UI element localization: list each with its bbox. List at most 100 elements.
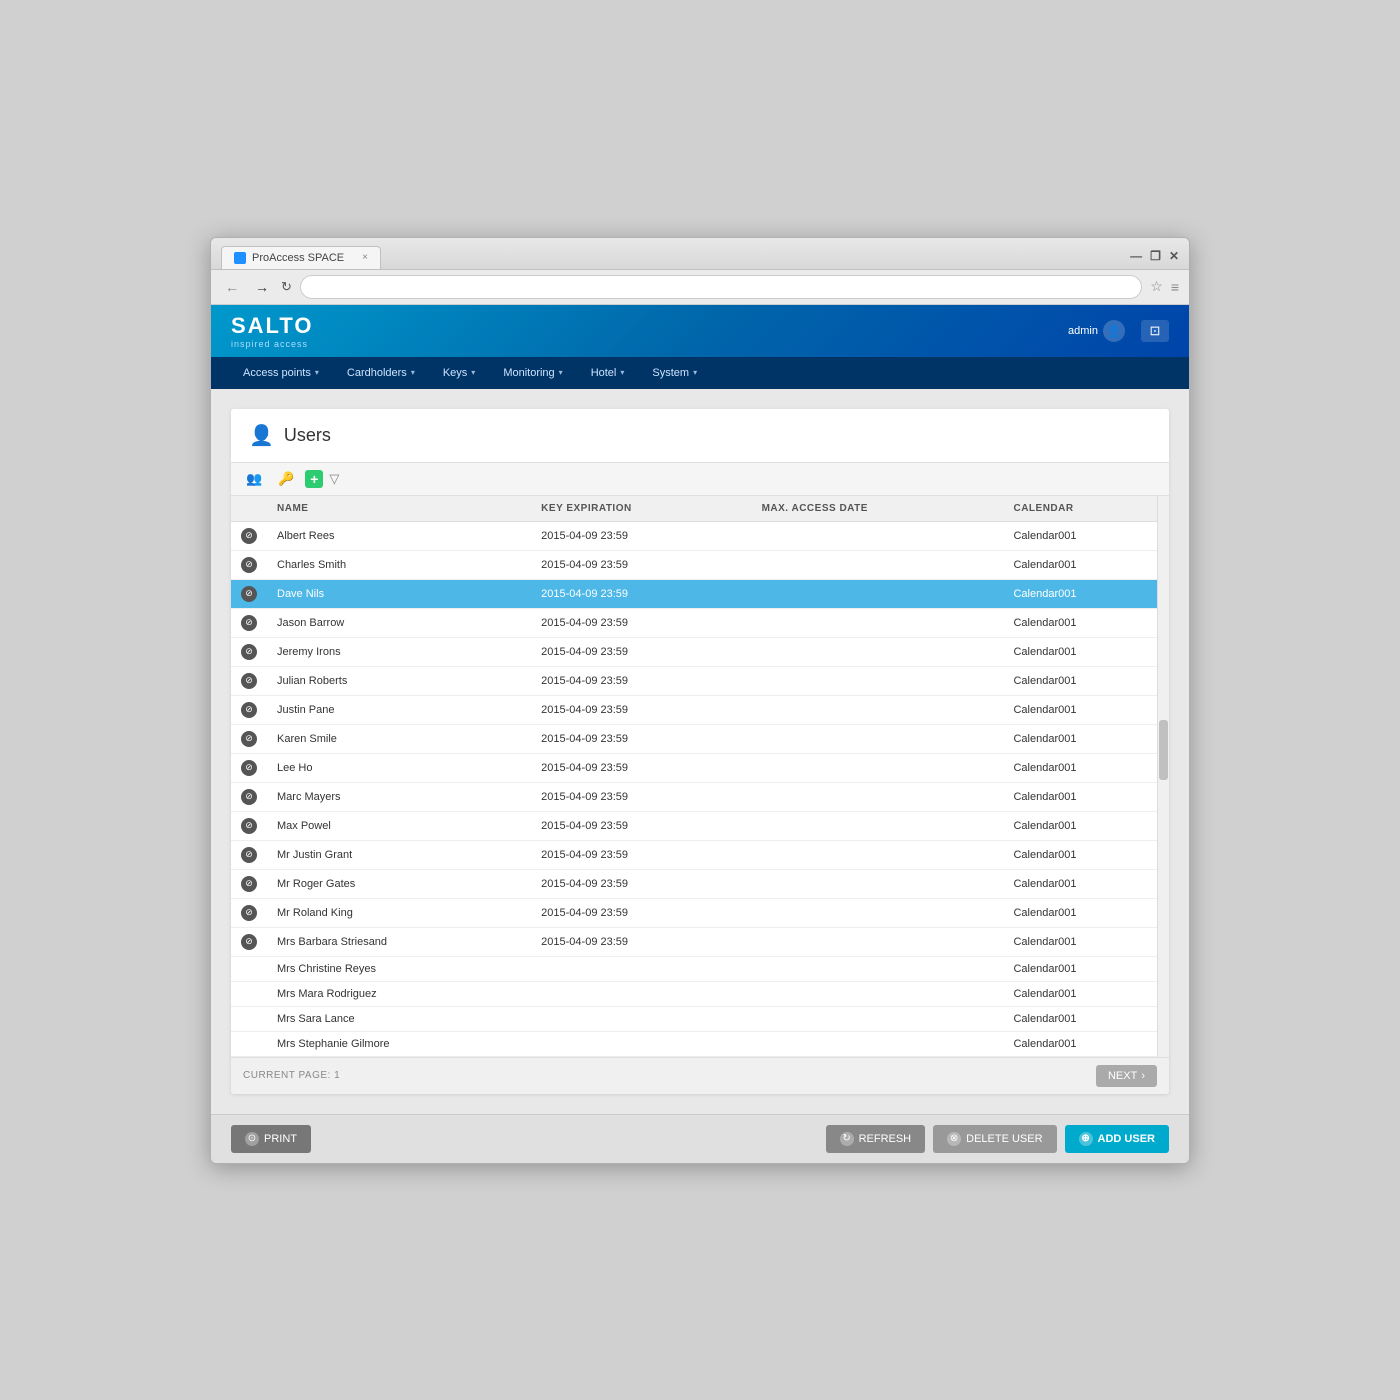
col-icon: [231, 496, 267, 522]
row-calendar: Calendar001: [1003, 811, 1169, 840]
row-max-access: [752, 608, 1004, 637]
header-user[interactable]: admin 👤: [1068, 320, 1125, 342]
nav-item-access-points[interactable]: Access points ▾: [231, 357, 331, 389]
row-name: Mrs Barbara Striesand: [267, 927, 531, 956]
nav-item-monitoring[interactable]: Monitoring ▾: [491, 357, 574, 389]
users-icon-btn[interactable]: 👥: [241, 469, 267, 489]
nav-item-hotel[interactable]: Hotel ▾: [579, 357, 637, 389]
row-max-access: [752, 1006, 1004, 1031]
col-name[interactable]: NAME: [267, 496, 531, 522]
row-max-access: [752, 550, 1004, 579]
print-icon: ⊙: [245, 1132, 259, 1146]
back-button[interactable]: ←: [221, 277, 243, 297]
table-row[interactable]: ⊘Mr Justin Grant2015-04-09 23:59Calendar…: [231, 840, 1169, 869]
table-row[interactable]: Mrs Mara Rodriguez Calendar001: [231, 981, 1169, 1006]
table-body: ⊘Albert Rees2015-04-09 23:59Calendar001⊘…: [231, 521, 1169, 1056]
row-name: Mrs Mara Rodriguez: [267, 981, 531, 1006]
table-row[interactable]: ⊘Charles Smith2015-04-09 23:59Calendar00…: [231, 550, 1169, 579]
tab-close-button[interactable]: ×: [362, 252, 368, 263]
table-row[interactable]: Mrs Sara LanceCalendar001: [231, 1006, 1169, 1031]
row-name: Jeremy Irons: [267, 637, 531, 666]
table-row[interactable]: ⊘Mr Roger Gates2015-04-09 23:59Calendar0…: [231, 869, 1169, 898]
row-calendar: Calendar001: [1003, 1006, 1169, 1031]
filter-button[interactable]: ▽: [329, 471, 339, 487]
table-wrapper: NAME KEY EXPIRATION MAX. ACCESS DATE CAL…: [231, 496, 1169, 1057]
table-row[interactable]: ⊘Karen Smile2015-04-09 23:59Calendar001: [231, 724, 1169, 753]
chevron-down-icon: ▾: [411, 368, 415, 377]
table-row[interactable]: ⊘Dave Nils2015-04-09 23:59Calendar001: [231, 579, 1169, 608]
row-icon-cell: ⊘: [231, 637, 267, 666]
star-icon[interactable]: ☆: [1150, 278, 1163, 295]
row-calendar: Calendar001: [1003, 981, 1169, 1006]
row-calendar: Calendar001: [1003, 695, 1169, 724]
table-row[interactable]: ⊘Lee Ho2015-04-09 23:59Calendar001: [231, 753, 1169, 782]
forward-button[interactable]: →: [251, 277, 273, 297]
col-key-expiration[interactable]: KEY EXPIRATION: [531, 496, 751, 522]
reload-button[interactable]: ↻: [281, 279, 292, 295]
row-max-access: [752, 666, 1004, 695]
row-key-expiration: 2015-04-09 23:59: [531, 608, 751, 637]
row-key-expiration: [531, 981, 751, 1006]
row-key-expiration: 2015-04-09 23:59: [531, 666, 751, 695]
table-row[interactable]: Mrs Christine ReyesCalendar001: [231, 956, 1169, 981]
close-button[interactable]: ✕: [1169, 249, 1179, 263]
table-row[interactable]: ⊘Max Powel2015-04-09 23:59Calendar001: [231, 811, 1169, 840]
table-row[interactable]: ⊘Jason Barrow2015-04-09 23:59Calendar001: [231, 608, 1169, 637]
row-calendar: Calendar001: [1003, 550, 1169, 579]
row-name: Mr Roland King: [267, 898, 531, 927]
table-row[interactable]: ⊘Julian Roberts2015-04-09 23:59Calendar0…: [231, 666, 1169, 695]
table-row[interactable]: ⊘Albert Rees2015-04-09 23:59Calendar001: [231, 521, 1169, 550]
row-status-icon: ⊘: [241, 818, 257, 834]
key-icon-btn[interactable]: 🔑: [273, 469, 299, 489]
user-avatar-icon: 👤: [1103, 320, 1125, 342]
col-max-access[interactable]: MAX. ACCESS DATE: [752, 496, 1004, 522]
print-button[interactable]: ⊙ PRINT: [231, 1125, 311, 1153]
header-right: admin 👤 ⊡: [1068, 320, 1169, 342]
row-key-expiration: 2015-04-09 23:59: [531, 695, 751, 724]
scrollbar[interactable]: [1157, 496, 1169, 1057]
row-key-expiration: [531, 1006, 751, 1031]
delete-user-button[interactable]: ⊗ DELETE USER: [933, 1125, 1056, 1153]
next-button[interactable]: NEXT ›: [1096, 1065, 1157, 1087]
table-row[interactable]: ⊘Marc Mayers2015-04-09 23:59Calendar001: [231, 782, 1169, 811]
nav-keys-label: Keys: [443, 367, 467, 379]
table-row[interactable]: ⊘Mrs Barbara Striesand2015-04-09 23:59Ca…: [231, 927, 1169, 956]
row-max-access: [752, 521, 1004, 550]
address-bar[interactable]: [300, 275, 1142, 299]
row-status-icon: ⊘: [241, 760, 257, 776]
main-content: 👤 Users 👥 🔑 + ▽ NAME KEY EXPIRATION: [211, 389, 1189, 1114]
nav-item-system[interactable]: System ▾: [640, 357, 709, 389]
row-max-access: [752, 840, 1004, 869]
row-calendar: Calendar001: [1003, 608, 1169, 637]
row-calendar: Calendar001: [1003, 869, 1169, 898]
row-key-expiration: [531, 1031, 751, 1056]
row-key-expiration: 2015-04-09 23:59: [531, 724, 751, 753]
table-row[interactable]: Mrs Stephanie GilmoreCalendar001: [231, 1031, 1169, 1056]
menu-icon[interactable]: ≡: [1171, 279, 1179, 295]
scrollbar-thumb[interactable]: [1159, 720, 1168, 780]
add-label: ADD USER: [1098, 1133, 1155, 1145]
panel-header: 👤 Users: [231, 409, 1169, 463]
refresh-button[interactable]: ↻ REFRESH: [826, 1125, 926, 1153]
table-row[interactable]: ⊘Mr Roland King2015-04-09 23:59Calendar0…: [231, 898, 1169, 927]
row-name: Albert Rees: [267, 521, 531, 550]
col-calendar[interactable]: CALENDAR: [1003, 496, 1169, 522]
nav-item-keys[interactable]: Keys ▾: [431, 357, 487, 389]
row-status-icon: ⊘: [241, 905, 257, 921]
minimize-button[interactable]: —: [1130, 249, 1142, 263]
row-name: Mr Roger Gates: [267, 869, 531, 898]
row-status-icon: ⊘: [241, 673, 257, 689]
nav-item-cardholders[interactable]: Cardholders ▾: [335, 357, 427, 389]
row-icon-cell: ⊘: [231, 550, 267, 579]
next-label: NEXT: [1108, 1070, 1137, 1082]
table-row[interactable]: ⊘Jeremy Irons2015-04-09 23:59Calendar001: [231, 637, 1169, 666]
restore-button[interactable]: ❐: [1150, 249, 1161, 263]
add-row-button[interactable]: +: [305, 470, 323, 488]
tab-favicon: [234, 252, 246, 264]
table-row[interactable]: ⊘Justin Pane2015-04-09 23:59Calendar001: [231, 695, 1169, 724]
row-calendar: Calendar001: [1003, 753, 1169, 782]
browser-tab[interactable]: ProAccess SPACE ×: [221, 246, 381, 269]
salto-logo: SALTO inspired access: [231, 313, 314, 349]
add-user-button[interactable]: ⊕ ADD USER: [1065, 1125, 1169, 1153]
monitor-icon[interactable]: ⊡: [1141, 320, 1169, 342]
